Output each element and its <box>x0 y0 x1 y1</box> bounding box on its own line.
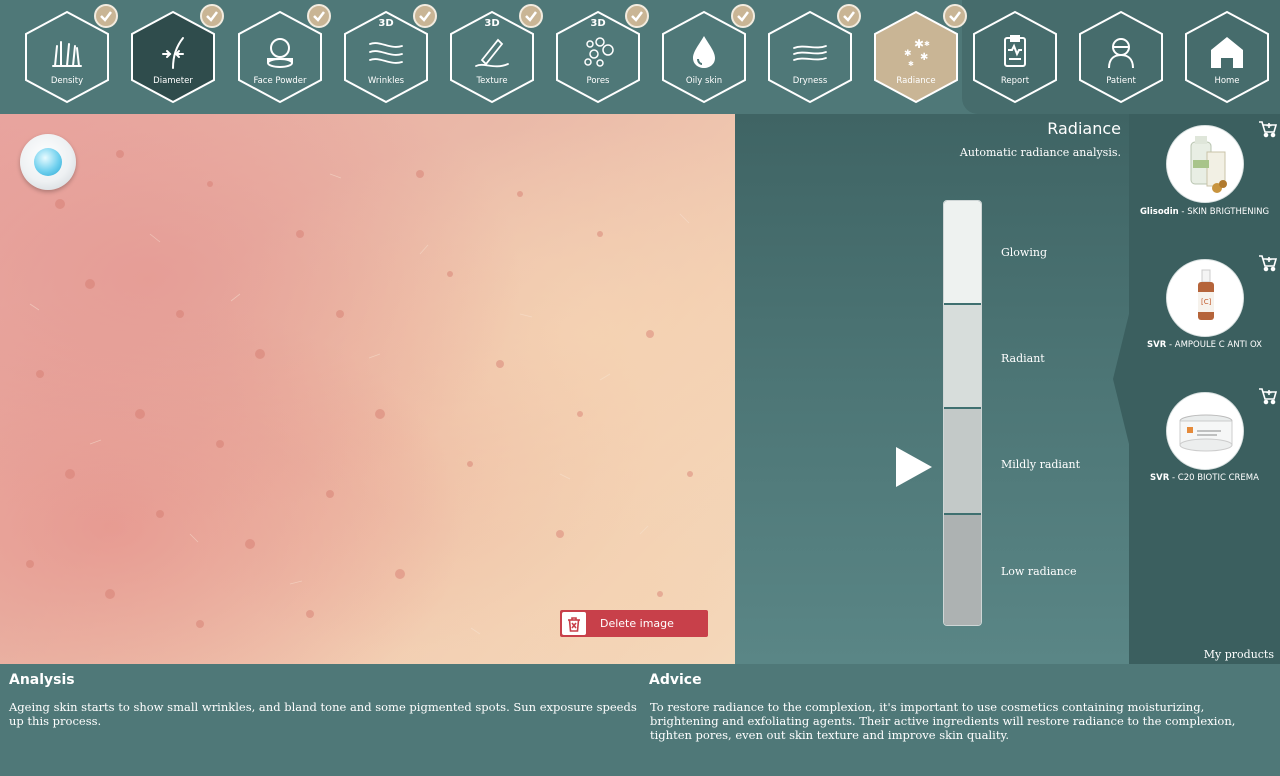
diameter-icon <box>162 37 184 69</box>
checkmark-icon <box>519 4 543 28</box>
checkmark-icon <box>307 4 331 28</box>
advice-text: To restore radiance to the complexion, i… <box>650 700 1236 742</box>
level-label-radiant: Radiant <box>1001 352 1045 365</box>
pores-icon <box>584 37 614 67</box>
nav-label: Home <box>1214 76 1240 86</box>
nav-dryness-button[interactable]: Dryness <box>767 4 861 104</box>
scale-divider <box>944 407 981 409</box>
panel-subtitle: Automatic radiance analysis. <box>959 146 1121 159</box>
nav-radiance-button[interactable]: ✱ ✱ ✱ ✱ ✱ Radiance <box>873 4 967 104</box>
level-label-glowing: Glowing <box>1001 246 1047 259</box>
delete-image-button[interactable]: Delete image <box>560 610 708 637</box>
scale-segment-low-radiance <box>944 515 981 625</box>
svg-text:✱: ✱ <box>924 40 930 48</box>
density-icon <box>52 41 82 67</box>
product-name: SVR - AMPOULE C ANTI OX <box>1147 340 1262 350</box>
checkmark-icon <box>625 4 649 28</box>
nav-home-button[interactable]: Home <box>1184 10 1270 104</box>
nav-report-button[interactable]: Report <box>972 10 1058 104</box>
nav-label: Patient <box>1106 76 1136 86</box>
scale-divider <box>944 303 981 305</box>
nav-face-powder-button[interactable]: Face Powder <box>237 4 331 104</box>
svg-text:✱: ✱ <box>914 37 924 51</box>
checkmark-icon <box>731 4 755 28</box>
nav-wrinkles-button[interactable]: 3D Wrinkles <box>343 4 437 104</box>
radiance-scale <box>943 200 982 626</box>
water-drop-icon <box>34 148 62 176</box>
skin-texture <box>26 150 693 635</box>
scale-divider <box>944 513 981 515</box>
checkmark-icon <box>943 4 967 28</box>
bottom-panel: Analysis Ageing skin starts to show smal… <box>0 664 1280 776</box>
nav-label: Oily skin <box>685 76 723 86</box>
checkmark-icon <box>413 4 437 28</box>
wrinkles-icon <box>369 42 403 64</box>
radiance-panel: Radiance Automatic radiance analysis. Gl… <box>735 114 1129 664</box>
panel-title: Radiance <box>1047 119 1121 138</box>
result-indicator-icon <box>896 447 932 487</box>
product-image <box>1166 125 1244 203</box>
nav-label: Face Powder <box>253 76 307 86</box>
radiance-icon: ✱✱ ✱✱✱ <box>904 37 930 68</box>
trash-icon <box>562 612 586 635</box>
nav-label: Dryness <box>792 76 828 86</box>
svg-text:[C]: [C] <box>1201 298 1212 306</box>
cart-icon[interactable] <box>1258 120 1278 138</box>
my-products-link[interactable]: My products <box>1204 648 1274 661</box>
product-image <box>1166 392 1244 470</box>
delete-image-label: Delete image <box>600 617 674 630</box>
capture-button[interactable] <box>20 134 76 190</box>
checkmark-icon <box>94 4 118 28</box>
checkmark-icon <box>200 4 224 28</box>
cart-icon[interactable] <box>1258 387 1278 405</box>
products-panel: Glisodin - SKIN BRIGTHENING [C] SVR - AM… <box>1129 114 1280 664</box>
scale-segment-radiant <box>944 305 981 407</box>
product-name: SVR - C20 BIOTIC CREMA <box>1150 473 1259 483</box>
advice-title: Advice <box>649 672 702 688</box>
svg-text:✱: ✱ <box>920 52 928 63</box>
cart-icon[interactable] <box>1258 254 1278 272</box>
level-label-mildly-radiant: Mildly radiant <box>1001 458 1081 471</box>
texture-icon <box>475 38 509 68</box>
dryness-icon <box>793 45 827 61</box>
checkmark-icon <box>837 4 861 28</box>
nav-label: Wrinkles <box>367 76 405 86</box>
product-image: [C] <box>1166 259 1244 337</box>
home-icon <box>1211 37 1243 68</box>
nav-oily-skin-button[interactable]: Oily skin <box>661 4 755 104</box>
nav-label: Texture <box>476 76 508 86</box>
scale-segment-mildly-radiant <box>944 409 981 513</box>
nav-label: Diameter <box>153 76 193 86</box>
svg-text:✱: ✱ <box>908 60 914 68</box>
product-name: Glisodin - SKIN BRIGTHENING <box>1139 207 1270 217</box>
face-powder-icon <box>267 38 293 68</box>
scale-segment-glowing <box>944 201 981 303</box>
nav-texture-button[interactable]: 3D Texture <box>449 4 543 104</box>
patient-icon <box>1108 38 1134 69</box>
nav-label: Pores <box>586 76 610 86</box>
nav-label: Density <box>50 76 84 86</box>
svg-text:✱: ✱ <box>904 49 912 59</box>
nav-pores-button[interactable]: 3D Pores <box>555 4 649 104</box>
nav-label: Report <box>1000 76 1030 86</box>
top-navigation-bar: Density Diameter Face Powder 3D Wrinkles… <box>0 0 1280 114</box>
level-label-low-radiance: Low radiance <box>1001 565 1077 578</box>
report-icon <box>1004 35 1026 67</box>
nav-label: Radiance <box>896 76 936 86</box>
oily-skin-icon <box>693 36 715 68</box>
nav-diameter-button[interactable]: Diameter <box>130 4 224 104</box>
nav-patient-button[interactable]: Patient <box>1078 10 1164 104</box>
analysis-title: Analysis <box>9 672 75 688</box>
analysis-text: Ageing skin starts to show small wrinkle… <box>9 700 637 728</box>
skin-image: Delete image <box>0 114 735 664</box>
nav-density-button[interactable]: Density <box>24 4 118 104</box>
